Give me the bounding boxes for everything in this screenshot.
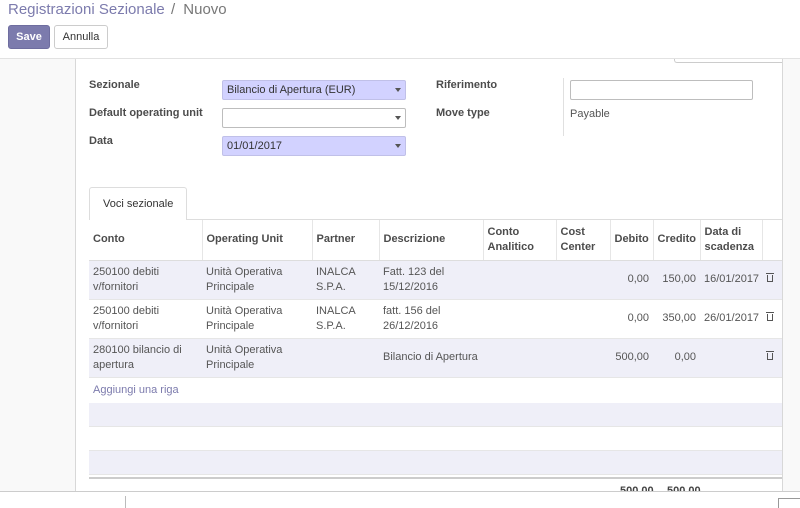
cell-descrizione[interactable]: fatt. 156 del 26/12/2016	[379, 299, 483, 339]
move-type-value: Payable	[570, 108, 610, 120]
cell-conto[interactable]: 250100 debiti v/fornitori	[89, 260, 202, 300]
empty-row	[89, 403, 782, 427]
caret-down-icon	[395, 116, 401, 120]
breadcrumb: Registrazioni Sezionale / Nuovo	[8, 1, 227, 18]
table-row[interactable]: 250100 debiti v/fornitori Unità Operativ…	[89, 260, 782, 300]
cell-credito[interactable]: 350,00	[653, 299, 700, 339]
column-header-descrizione[interactable]: Descrizione	[379, 220, 484, 261]
bottom-bar	[0, 491, 800, 508]
cell-cost-center[interactable]	[556, 299, 610, 339]
cell-data-scadenza[interactable]: 26/01/2017	[700, 299, 762, 339]
column-header-credito[interactable]: Credito	[653, 220, 701, 261]
riferimento-label: Riferimento	[436, 79, 498, 91]
tab-voci-sezionale[interactable]: Voci sezionale	[89, 187, 188, 221]
cell-operating-unit[interactable]: Unità Operativa Principale	[202, 299, 312, 339]
breadcrumb-current: Nuovo	[183, 1, 227, 18]
riferimento-input[interactable]	[570, 80, 753, 100]
sezionale-select[interactable]: Bilancio di Apertura (EUR)	[222, 80, 406, 100]
cell-cost-center[interactable]	[556, 338, 610, 378]
column-header-cost-center[interactable]: Cost Center	[556, 220, 611, 261]
field-divider	[563, 78, 564, 136]
cell-cost-center[interactable]	[556, 260, 610, 300]
column-header-debito[interactable]: Debito	[610, 220, 654, 261]
journal-items-table: Conto Operating Unit Partner Descrizione…	[89, 220, 782, 378]
delete-row-button[interactable]	[762, 260, 782, 300]
column-header-conto[interactable]: Conto	[89, 220, 203, 261]
data-label: Data	[89, 135, 113, 147]
notebook-tabs: Voci sezionale	[89, 187, 782, 221]
cell-debito[interactable]: 500,00	[610, 338, 653, 378]
column-header-partner[interactable]: Partner	[312, 220, 380, 261]
delete-row-button[interactable]	[762, 299, 782, 339]
cell-conto[interactable]: 250100 debiti v/fornitori	[89, 299, 202, 339]
cell-conto-analitico[interactable]	[483, 299, 556, 339]
breadcrumb-separator: /	[170, 1, 176, 18]
data-date-field[interactable]: 01/01/2017	[222, 136, 406, 156]
status-box	[674, 59, 782, 63]
trash-icon	[766, 272, 774, 282]
control-panel: Registrazioni Sezionale / Nuovo Save Ann…	[0, 0, 800, 59]
delete-row-button[interactable]	[762, 338, 782, 378]
bottom-right-control[interactable]	[778, 498, 800, 508]
caret-down-icon	[395, 144, 401, 148]
sezionale-value: Bilancio di Apertura (EUR)	[227, 84, 356, 96]
cell-debito[interactable]: 0,00	[610, 260, 653, 300]
bottom-divider	[125, 496, 126, 508]
cell-operating-unit[interactable]: Unità Operativa Principale	[202, 260, 312, 300]
cell-descrizione[interactable]: Bilancio di Apertura	[379, 338, 483, 378]
cell-operating-unit[interactable]: Unità Operativa Principale	[202, 338, 312, 378]
table-row[interactable]: 250100 debiti v/fornitori Unità Operativ…	[89, 299, 782, 339]
data-value: 01/01/2017	[227, 140, 283, 152]
cell-conto[interactable]: 280100 bilancio di apertura	[89, 338, 202, 378]
cell-data-scadenza[interactable]	[700, 338, 762, 378]
operating-unit-select[interactable]	[222, 108, 406, 128]
cell-partner[interactable]: INALCA S.P.A.	[312, 299, 379, 339]
cell-partner[interactable]: INALCA S.P.A.	[312, 260, 379, 300]
cell-data-scadenza[interactable]: 16/01/2017	[700, 260, 762, 300]
cancel-button[interactable]: Annulla	[54, 25, 108, 49]
column-header-actions	[762, 220, 782, 261]
empty-row	[89, 427, 782, 451]
cell-partner[interactable]	[312, 338, 379, 378]
column-header-operating-unit[interactable]: Operating Unit	[202, 220, 313, 261]
table-header-row: Conto Operating Unit Partner Descrizione…	[89, 220, 782, 261]
breadcrumb-parent-link[interactable]: Registrazioni Sezionale	[8, 1, 165, 18]
cell-credito[interactable]: 0,00	[653, 338, 700, 378]
cell-conto-analitico[interactable]	[483, 338, 556, 378]
column-header-data-scadenza[interactable]: Data di scadenza	[700, 220, 763, 261]
column-header-conto-analitico[interactable]: Conto Analitico	[483, 220, 557, 261]
cell-descrizione[interactable]: Fatt. 123 del 15/12/2016	[379, 260, 483, 300]
cell-conto-analitico[interactable]	[483, 260, 556, 300]
operating-unit-label: Default operating unit	[89, 107, 203, 119]
form-sheet: Sezionale Bilancio di Apertura (EUR) Def…	[75, 59, 783, 508]
sezionale-label: Sezionale	[89, 79, 140, 91]
trash-icon	[766, 311, 774, 321]
cell-debito[interactable]: 0,00	[610, 299, 653, 339]
cell-credito[interactable]: 150,00	[653, 260, 700, 300]
trash-icon	[766, 350, 774, 360]
caret-down-icon	[395, 88, 401, 92]
table-row[interactable]: 280100 bilancio di apertura Unità Operat…	[89, 338, 782, 378]
save-button[interactable]: Save	[8, 25, 50, 49]
empty-row	[89, 451, 782, 475]
move-type-label: Move type	[436, 107, 490, 119]
add-line-link[interactable]: Aggiungi una riga	[93, 384, 179, 396]
